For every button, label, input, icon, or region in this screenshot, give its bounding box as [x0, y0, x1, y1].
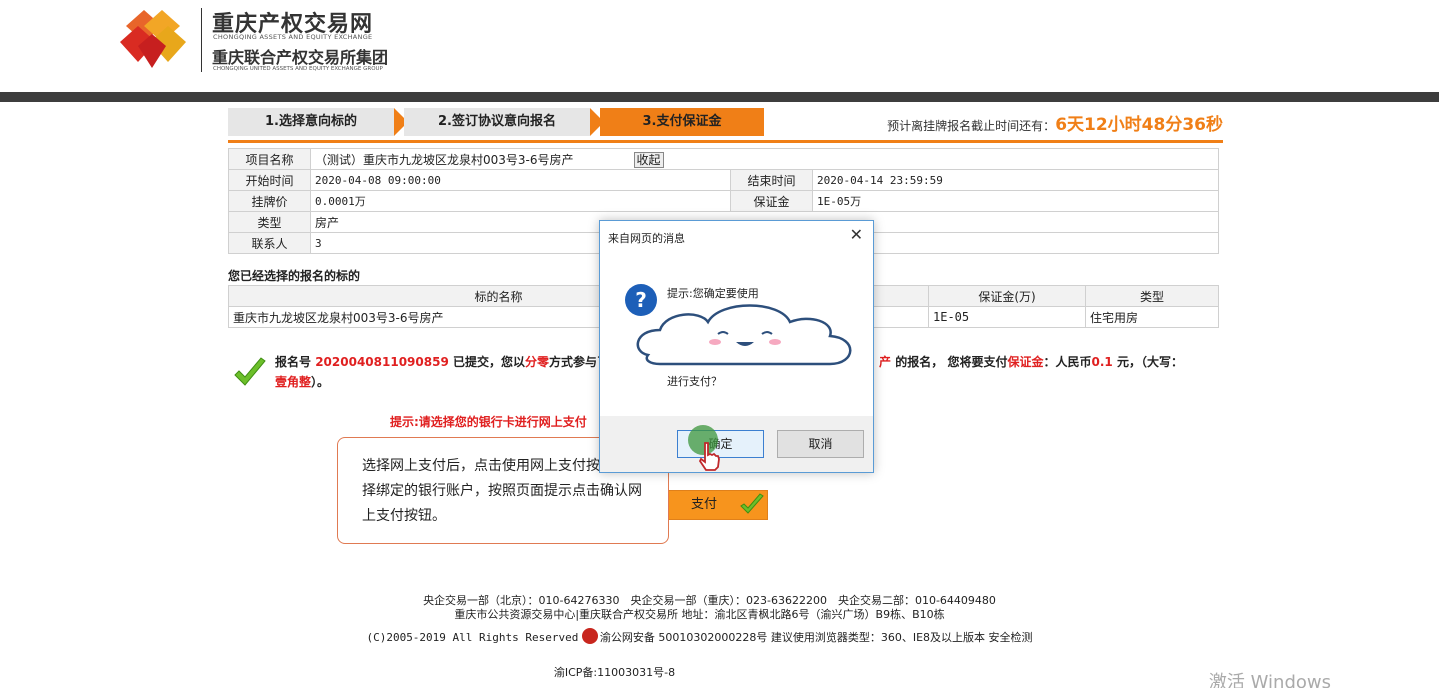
- check-icon: [234, 357, 266, 386]
- notice-text: 元，（大写：: [1116, 355, 1183, 369]
- bank-card-hint: 提示:请选择您的银行卡进行网上支付: [390, 415, 587, 429]
- notice-deposit-word: 保证金: [1007, 355, 1044, 369]
- dialog-footer: 确定 取消: [600, 416, 873, 472]
- notice-mode: 分零: [525, 355, 550, 369]
- end-time-label: 结束时间: [730, 169, 813, 191]
- registration-number: 2020040811090859: [315, 355, 449, 369]
- footer-copyright: (C)2005-2019 All Rights Reserved 渝公网安备 5…: [0, 628, 1419, 645]
- cancel-button[interactable]: 取消: [777, 430, 864, 458]
- group-title: 重庆联合产权交易所集团: [212, 48, 389, 67]
- chosen-section-title: 您已经选择的报名的标的: [228, 269, 361, 283]
- police-badge-icon: [581, 628, 598, 644]
- step-pay-deposit: 3.支付保证金: [600, 108, 764, 136]
- browser-advice: 建议使用浏览器类型：360、IE8及以上版本 安全检测: [770, 631, 1033, 644]
- type-label: 类型: [228, 211, 311, 233]
- site-subtitle-en: CHONGQING ASSETS AND EQUITY EXCHANGE: [213, 33, 373, 41]
- check-icon: [740, 493, 764, 514]
- pay-button[interactable]: 支付: [668, 490, 768, 520]
- countdown: 预计离挂牌报名截止时间还有：6天12小时48分36秒: [887, 110, 1223, 135]
- collapse-button[interactable]: 收起: [633, 151, 664, 168]
- footer-address: 重庆市公共资源交易中心|重庆联合产权交易所 地址：渝北区青枫北路6号（渝兴广场）…: [454, 608, 945, 621]
- cell-deposit: 1E-05: [928, 306, 1086, 328]
- start-time-value: 2020-04-08 09:00:00: [310, 169, 731, 191]
- logo-divider: [201, 8, 202, 72]
- notice-text: 已提交，您以: [452, 355, 525, 369]
- price-label: 挂牌价: [228, 190, 311, 212]
- countdown-value: 6天12小时48分36秒: [1055, 115, 1223, 135]
- cell-type: 住宅用房: [1085, 306, 1219, 328]
- step-sign-agreement: 2.签订协议意向报名: [404, 108, 590, 136]
- notice-text: 的报名，: [895, 355, 944, 369]
- notice-prefix: 报名号: [275, 355, 312, 369]
- police-record[interactable]: 渝公网安备 50010302000228号: [600, 631, 767, 644]
- pay-button-label: 支付: [691, 497, 718, 512]
- step-progress: 1.选择意向标的 2.签订协议意向报名 3.支付保证金 预计离挂牌报名截止时间还…: [228, 108, 1223, 136]
- project-name-label: 项目名称: [228, 148, 311, 170]
- hand-cursor-icon: [698, 442, 720, 471]
- step-underline: [228, 140, 1223, 143]
- icp-record[interactable]: 渝ICP备:11003031号-8: [0, 664, 1334, 680]
- logo-icon: [120, 10, 186, 68]
- site-header: 重庆产权交易网 CHONGQING ASSETS AND EQUITY EXCH…: [0, 0, 1439, 92]
- col-type: 类型: [1085, 285, 1219, 307]
- contact-label: 联系人: [228, 232, 311, 254]
- copyright-text: (C)2005-2019 All Rights Reserved: [366, 631, 579, 644]
- project-name-value: （测试）重庆市九龙坡区龙泉村003号3-6号房产: [315, 152, 574, 167]
- deposit-label: 保证金: [730, 190, 813, 212]
- dialog-message-line1: 提示:您确定要使用: [667, 287, 759, 300]
- notice-text: ：人民币: [1043, 355, 1092, 369]
- dialog-title: 来自网页的消息: [608, 232, 685, 245]
- price-value: 0.0001万: [310, 190, 731, 212]
- notice-asset: 产: [879, 355, 892, 369]
- notice-text: 您将要支付: [947, 355, 1008, 369]
- windows-activation-watermark: 激活 Windows: [1208, 672, 1331, 688]
- cloud-sticker-icon: [636, 304, 852, 366]
- group-subtitle-en: CHONGQING UNITED ASSETS AND EQUITY EXCHA…: [213, 66, 383, 72]
- start-time-label: 开始时间: [228, 169, 311, 191]
- end-time-value: 2020-04-14 23:59:59: [812, 169, 1219, 191]
- notice-amount-cn: 壹角整: [275, 375, 312, 389]
- step-select-target: 1.选择意向标的: [228, 108, 394, 136]
- deposit-value: 1E-05万: [812, 190, 1219, 212]
- countdown-label: 预计离挂牌报名截止时间还有：: [887, 119, 1056, 133]
- notice-amount: 0.1: [1091, 355, 1113, 369]
- close-icon[interactable]: ✕: [850, 225, 863, 244]
- notice-text: ）。: [311, 375, 330, 389]
- project-name-cell: （测试）重庆市九龙坡区龙泉村003号3-6号房产 收起: [310, 148, 1219, 170]
- col-deposit: 保证金(万): [928, 285, 1086, 307]
- header-bar: [0, 92, 1439, 102]
- dialog-message-line2: 进行支付？: [667, 375, 722, 388]
